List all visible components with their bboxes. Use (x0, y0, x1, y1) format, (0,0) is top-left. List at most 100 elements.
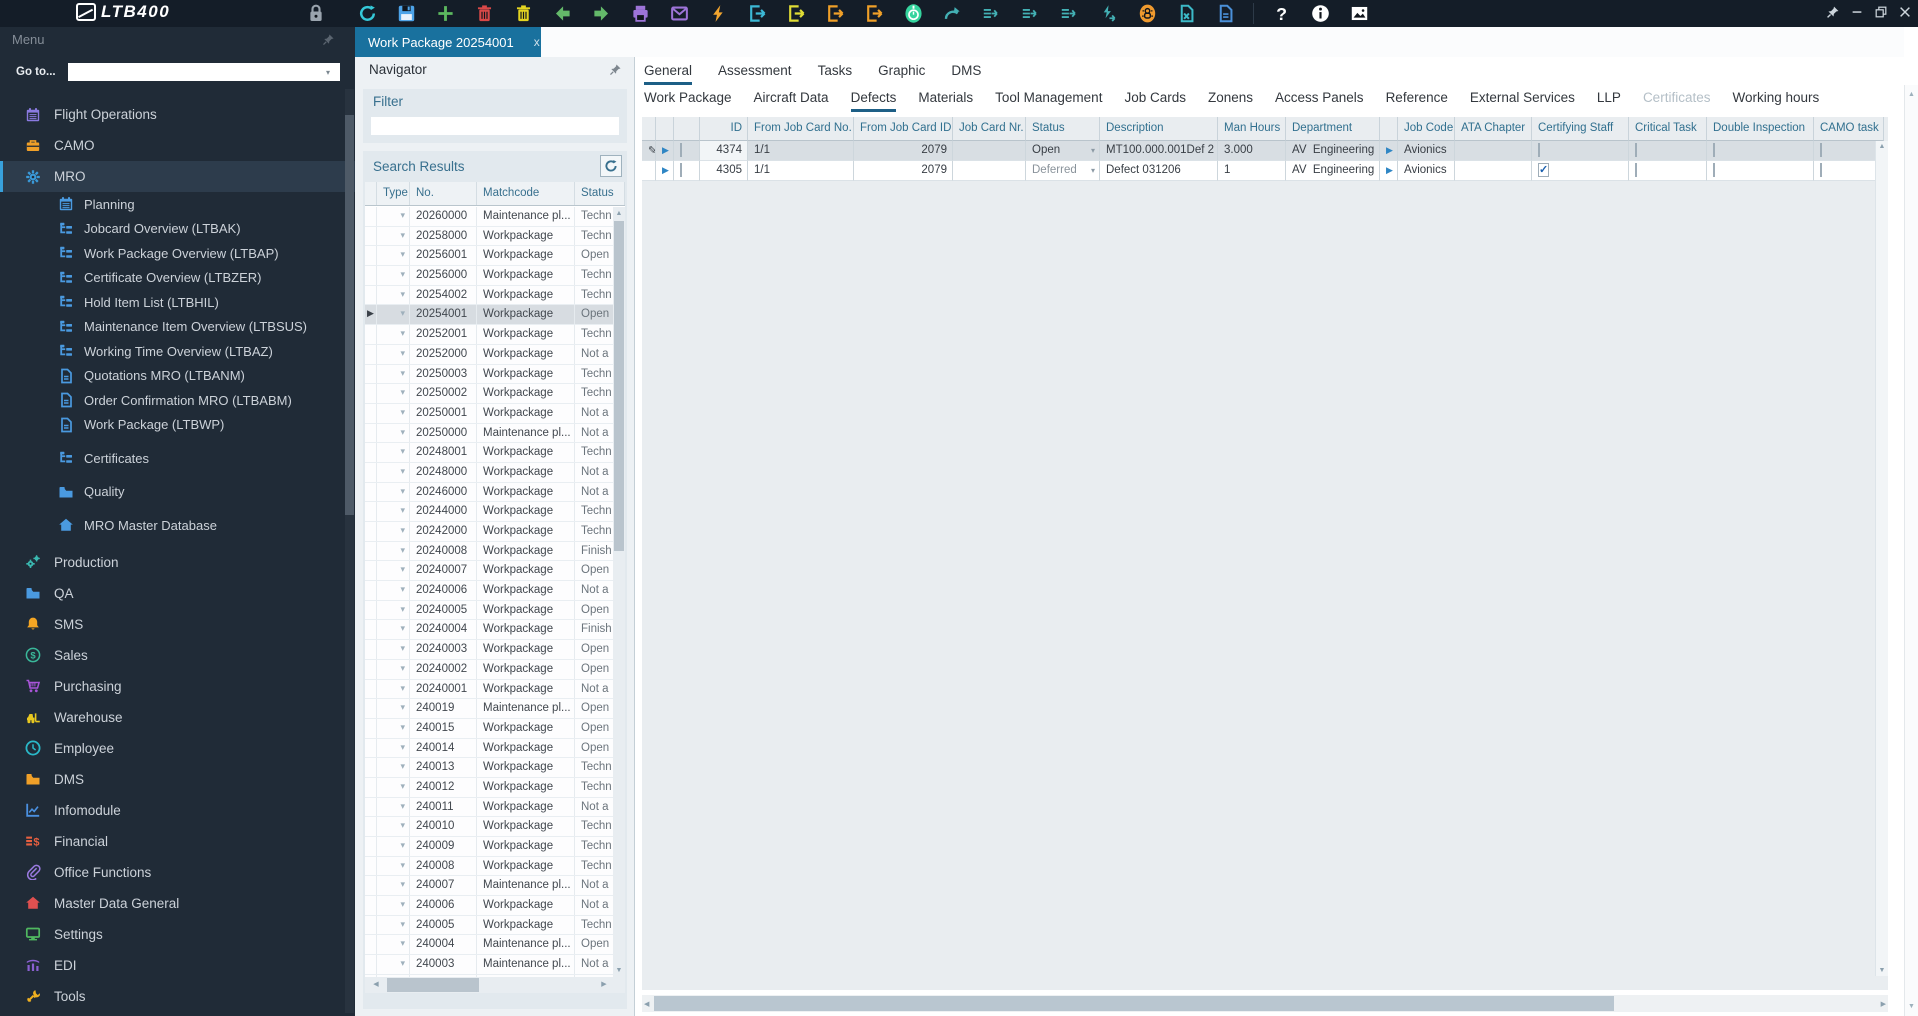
type-dropdown[interactable]: ▾ (377, 246, 410, 266)
type-dropdown[interactable]: ▾ (377, 226, 410, 246)
grid-col-certifying_staff[interactable]: Certifying Staff (1532, 117, 1629, 141)
grid-col-status[interactable]: Status (1026, 117, 1100, 141)
type-dropdown[interactable]: ▾ (377, 718, 410, 738)
back-icon[interactable] (552, 3, 574, 24)
result-row-20240007[interactable]: ▾ 20240007 Workpackage Open (365, 561, 613, 582)
redo-icon[interactable] (942, 3, 964, 24)
result-row-240006[interactable]: ▾ 240006 Workpackage Not a (365, 896, 613, 916)
scroll-right-icon[interactable]: ▶ (1881, 1000, 1886, 1008)
result-row-240014[interactable]: ▾ 240014 Workpackage Open (365, 738, 613, 759)
close-tab-icon[interactable]: x (534, 35, 540, 49)
restore-icon[interactable] (1872, 3, 1890, 21)
result-row-20240008[interactable]: ▾ 20240008 Workpackage Finish (365, 541, 613, 562)
refresh-icon[interactable] (357, 3, 379, 24)
grid-col-from_job_card_id[interactable]: From Job Card ID (854, 117, 953, 141)
expand-row-icon[interactable]: ▶ (1380, 161, 1398, 181)
tab-general[interactable]: General (644, 63, 693, 85)
sidebar-item-dms[interactable]: DMS (0, 764, 355, 795)
sidebar-item-quotations-mro-ltbanm[interactable]: Quotations MRO (LTBANM) (0, 364, 355, 389)
type-dropdown[interactable]: ▾ (377, 699, 410, 718)
sidebar-item-mro[interactable]: MRO (0, 161, 355, 192)
subtab-work-package[interactable]: Work Package (644, 90, 732, 112)
subtab-reference[interactable]: Reference (1386, 90, 1448, 112)
pin-icon[interactable] (1824, 3, 1842, 21)
sidebar-item-tools[interactable]: Tools (0, 981, 355, 1012)
double-inspection-checkbox[interactable] (1707, 141, 1814, 161)
type-dropdown[interactable]: ▾ (377, 856, 410, 876)
camo-task-checkbox[interactable] (1814, 161, 1884, 181)
defect-row-4374[interactable]: ✎▶43741/12079Open▾MT100.000.001Def 23.00… (642, 141, 1888, 161)
quick-action-icon[interactable] (708, 3, 730, 24)
type-dropdown[interactable]: ▾ (377, 305, 410, 325)
goto-input[interactable] (68, 63, 340, 81)
info-icon[interactable] (1310, 3, 1332, 24)
grid-col-marker[interactable] (642, 117, 656, 141)
type-dropdown[interactable]: ▾ (377, 423, 410, 443)
subtab-working-hours[interactable]: Working hours (1732, 90, 1819, 112)
type-dropdown[interactable]: ▾ (377, 581, 410, 600)
type-dropdown[interactable]: ▾ (377, 403, 410, 423)
sidebar-item-flight-operations[interactable]: Flight Operations (0, 99, 355, 130)
defect-row-4305[interactable]: ▶ 4305 1/1 2079 Deferred ▾ Defect 031206 1 AV En… (642, 161, 1888, 181)
grid-col-department[interactable]: Department (1286, 117, 1380, 141)
debug-icon[interactable] (1137, 3, 1159, 24)
grid-col-critical_task[interactable]: Critical Task (1629, 117, 1707, 141)
sidebar-item-camo[interactable]: CAMO (0, 130, 355, 161)
grid-col-double_inspection[interactable]: Double Inspection (1707, 117, 1814, 141)
type-dropdown[interactable]: ▾ (377, 482, 410, 502)
subtab-job-cards[interactable]: Job Cards (1124, 90, 1186, 112)
type-dropdown[interactable]: ▾ (377, 659, 410, 679)
results-col-no[interactable]: No. (410, 182, 477, 205)
result-row-240007[interactable]: ▾ 240007 Maintenance pl... Not a (365, 876, 613, 897)
pin-icon[interactable] (609, 63, 622, 76)
subtab-defects[interactable]: Defects (850, 90, 897, 112)
sidebar-item-certificate-overview-ltbzer[interactable]: Certificate Overview (LTBZER) (0, 266, 355, 291)
send-2-icon[interactable] (1020, 3, 1042, 24)
document-tab-work-package[interactable]: Work Package 20254001 x (355, 27, 541, 57)
subtab-access-panels[interactable]: Access Panels (1275, 90, 1364, 112)
sidebar-item-edi[interactable]: EDI (0, 950, 355, 981)
add-icon[interactable] (435, 3, 457, 24)
type-dropdown[interactable]: ▾ (377, 462, 410, 482)
result-row-20250002[interactable]: ▾ 20250002 Workpackage Techn (365, 384, 613, 404)
sidebar-item-sales[interactable]: $ Sales (0, 640, 355, 671)
email-icon[interactable] (669, 3, 691, 24)
results-col-status[interactable]: Status (575, 182, 625, 205)
type-dropdown[interactable]: ▾ (377, 561, 410, 581)
results-col-type[interactable]: Type (377, 182, 410, 205)
results-col-matchcode[interactable]: Matchcode (477, 182, 575, 205)
result-row-20240005[interactable]: ▾ 20240005 Workpackage Open (365, 600, 613, 621)
result-row-20244000[interactable]: ▾ 20244000 Workpackage Techn (365, 502, 613, 522)
sidebar-item-hold-item-list-ltbhil[interactable]: Hold Item List (LTBHIL) (0, 290, 355, 315)
scroll-down-icon[interactable]: ▼ (1905, 1003, 1918, 1010)
type-dropdown[interactable]: ▾ (377, 738, 410, 758)
subtab-materials[interactable]: Materials (918, 90, 973, 112)
result-row-240013[interactable]: ▾ 240013 Workpackage Techn (365, 758, 613, 778)
grid-col-camo_task[interactable]: CAMO task (1814, 117, 1884, 141)
subtab-tool-management[interactable]: Tool Management (995, 90, 1102, 112)
sidebar-item-sms[interactable]: SMS (0, 609, 355, 640)
type-dropdown[interactable]: ▾ (377, 679, 410, 699)
certifying-staff-checkbox[interactable]: ✓ (1532, 161, 1629, 181)
result-row-20254001[interactable]: ▶ ▾ 20254001 Workpackage Open (365, 305, 613, 326)
result-row-240011[interactable]: ▾ 240011 Workpackage Not a (365, 797, 613, 818)
image-icon[interactable] (1349, 3, 1371, 24)
type-dropdown[interactable]: ▾ (377, 502, 410, 521)
sidebar-item-certificates[interactable]: Certificates (0, 446, 355, 471)
tab-assessment[interactable]: Assessment (718, 63, 792, 85)
sidebar-item-work-package-overview-ltbap[interactable]: Work Package Overview (LTBAP) (0, 241, 355, 266)
result-row-240009[interactable]: ▾ 240009 Workpackage Techn (365, 837, 613, 857)
results-horizontal-scrollbar[interactable]: ◀ ▶ (365, 977, 625, 993)
doc-export-icon[interactable] (1176, 3, 1198, 24)
result-row-20248001[interactable]: ▾ 20248001 Workpackage Techn (365, 443, 613, 463)
sidebar-item-master-data-general[interactable]: Master Data General (0, 888, 355, 919)
type-dropdown[interactable]: ▾ (377, 207, 410, 226)
subtab-zonens[interactable]: Zonens (1208, 90, 1253, 112)
grid-col-id[interactable]: ID (700, 117, 748, 141)
type-dropdown[interactable]: ▾ (377, 600, 410, 620)
document-icon[interactable] (1215, 3, 1237, 24)
results-col-sel[interactable] (365, 182, 377, 205)
scroll-up-icon[interactable]: ▲ (1905, 91, 1918, 98)
minimize-icon[interactable] (1848, 3, 1866, 21)
sidebar-item-office-functions[interactable]: Office Functions (0, 857, 355, 888)
